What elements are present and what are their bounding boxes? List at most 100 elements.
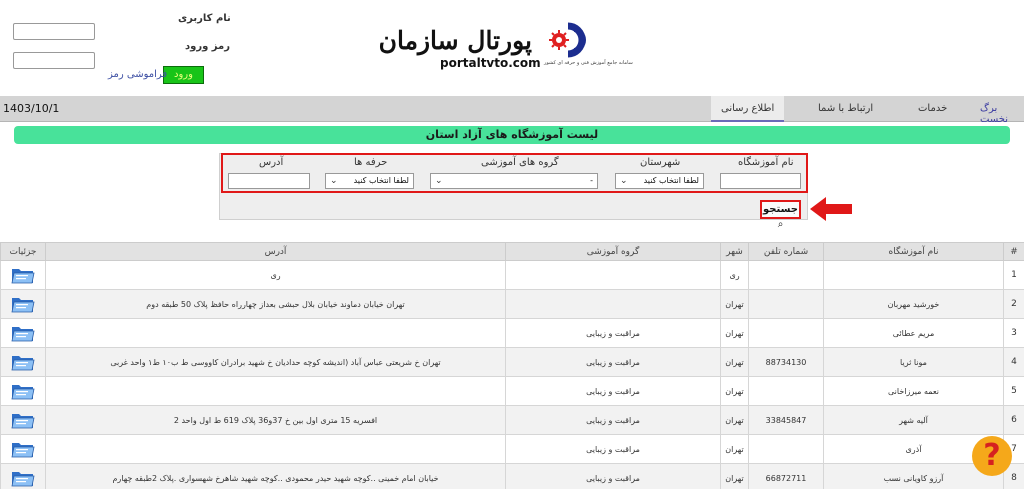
city-cell: تهران [720, 463, 749, 489]
address-cell: ری [45, 260, 506, 290]
trade-label: حرفه ها [354, 157, 388, 168]
table-row: مراقبت و زیبایی تهران آذری 7 [0, 434, 1024, 464]
details-cell[interactable] [0, 260, 46, 290]
table-row: خیابان امام خمینی ..کوچه شهید حیدر محمود… [0, 463, 1024, 489]
address-cell [45, 318, 506, 348]
details-cell[interactable] [0, 405, 46, 435]
group-cell: مراقبت و زیبایی [505, 318, 721, 348]
name-cell: مونا ثریا [823, 347, 1004, 377]
table-row: ری ری 1 [0, 260, 1024, 290]
folder-icon [11, 472, 35, 487]
phone-cell: 88734130 [748, 347, 824, 377]
phone-cell [748, 289, 824, 319]
city-cell: ری [720, 260, 749, 290]
pointer-arrow-icon [810, 197, 852, 221]
table-row: مراقبت و زیبایی تهران نعمه میرزاخانی 5 [0, 376, 1024, 406]
chevron-down-icon: ⌄ [435, 176, 443, 186]
city-cell: تهران [720, 434, 749, 464]
name-cell: آلیه شهر [823, 405, 1004, 435]
col-header-group: گروه آموزشی [505, 242, 721, 261]
index-cell: 6 [1003, 405, 1024, 435]
city-cell: تهران [720, 405, 749, 435]
login-button[interactable]: ورود [163, 66, 204, 84]
details-cell[interactable] [0, 463, 46, 489]
main-nav: 1403/10/1 اطلاع رسانی ارتباط با شما خدما… [0, 96, 1024, 125]
details-cell[interactable] [0, 434, 46, 464]
index-cell: 5 [1003, 376, 1024, 406]
logo-title: پورتال سازمان [378, 26, 532, 55]
training-group-select-value: - [590, 176, 593, 185]
group-cell: مراقبت و زیبایی [505, 347, 721, 377]
details-cell[interactable] [0, 376, 46, 406]
trade-select[interactable]: لطفا انتخاب کنید ⌄ [325, 173, 414, 189]
search-button[interactable]: جستجو ⌕ [760, 200, 801, 230]
name-cell: نعمه میرزاخانی [823, 376, 1004, 406]
city-cell: تهران [720, 376, 749, 406]
folder-icon [11, 385, 35, 400]
city-cell: تهران [720, 347, 749, 377]
chevron-down-icon: ⌄ [620, 176, 628, 186]
group-cell: مراقبت و زیبایی [505, 463, 721, 489]
table-row: افسریه 15 متری اول بین خ 37و36 پلاک 619 … [0, 405, 1024, 435]
index-cell: 4 [1003, 347, 1024, 377]
address-input[interactable] [228, 173, 310, 189]
phone-cell: 33845847 [748, 405, 824, 435]
training-group-label: گروه های آموزشی [481, 157, 559, 168]
index-cell: 3 [1003, 318, 1024, 348]
logo-domain: portaltvto.com [440, 56, 541, 70]
group-cell [505, 260, 721, 290]
index-cell: 1 [1003, 260, 1024, 290]
nav-item-news[interactable]: اطلاع رسانی [711, 96, 785, 122]
password-input[interactable] [13, 52, 95, 69]
group-cell: مراقبت و زیبایی [505, 434, 721, 464]
forgot-password-link[interactable]: فراموشی رمز [108, 69, 167, 80]
group-cell: مراقبت و زیبایی [505, 405, 721, 435]
name-cell [823, 260, 1004, 290]
index-cell: 2 [1003, 289, 1024, 319]
name-cell: خورشید مهربان [823, 289, 1004, 319]
header: نام کاربری رمز ورود ورود فراموشی رمز پور… [0, 0, 1024, 96]
institutes-table: جزئیات آدرس گروه آموزشی شهر شماره تلفن ن… [0, 242, 1024, 489]
city-cell: تهران [720, 318, 749, 348]
trade-select-value: لطفا انتخاب کنید [353, 176, 409, 185]
details-cell[interactable] [0, 318, 46, 348]
folder-icon [11, 269, 35, 284]
city-select[interactable]: لطفا انتخاب کنید ⌄ [615, 173, 704, 189]
chevron-down-icon: ⌄ [330, 176, 338, 186]
table-row: تهران خیابان دماوند خیابان بلال حبشی بعد… [0, 289, 1024, 319]
address-cell [45, 376, 506, 406]
col-header-city: شهر [720, 242, 749, 261]
folder-icon [11, 327, 35, 342]
phone-cell [748, 376, 824, 406]
username-input[interactable] [13, 23, 95, 40]
city-select-value: لطفا انتخاب کنید [643, 176, 699, 185]
phone-cell [748, 260, 824, 290]
address-cell: تهران خ شریعتی عباس آباد (اندیشه کوچه حد… [45, 347, 506, 377]
search-icon: ⌕ [777, 219, 784, 230]
details-cell[interactable] [0, 347, 46, 377]
folder-icon [11, 356, 35, 371]
address-cell: افسریه 15 متری اول بین خ 37و36 پلاک 619 … [45, 405, 506, 435]
password-label: رمز ورود [185, 41, 230, 52]
nav-item-home[interactable]: برگ نخست [980, 103, 1024, 125]
col-header-name: نام آموزشگاه [823, 242, 1004, 261]
col-header-address: آدرس [45, 242, 506, 261]
address-cell: تهران خیابان دماوند خیابان بلال حبشی بعد… [45, 289, 506, 319]
address-cell [45, 434, 506, 464]
details-cell[interactable] [0, 289, 46, 319]
col-header-index: # [1003, 242, 1024, 261]
group-cell [505, 289, 721, 319]
current-date: 1403/10/1 [3, 102, 60, 115]
site-logo[interactable]: پورتال سازمان portaltvto.com سامانه جامع… [379, 20, 633, 76]
nav-item-contact[interactable]: ارتباط با شما [818, 103, 873, 114]
help-button[interactable]: ? [972, 436, 1012, 476]
nav-item-services[interactable]: خدمات [918, 103, 947, 114]
col-header-details: جزئیات [0, 242, 46, 261]
logo-subtitle: سامانه جامع آموزش فنی و حرفه ای کشور [544, 60, 633, 66]
institute-name-label: نام آموزشگاه [738, 157, 794, 168]
organization-emblem-icon [549, 22, 586, 58]
folder-icon [11, 298, 35, 313]
username-label: نام کاربری [178, 13, 231, 24]
training-group-select[interactable]: - ⌄ [430, 173, 598, 189]
institute-name-input[interactable] [720, 173, 801, 189]
